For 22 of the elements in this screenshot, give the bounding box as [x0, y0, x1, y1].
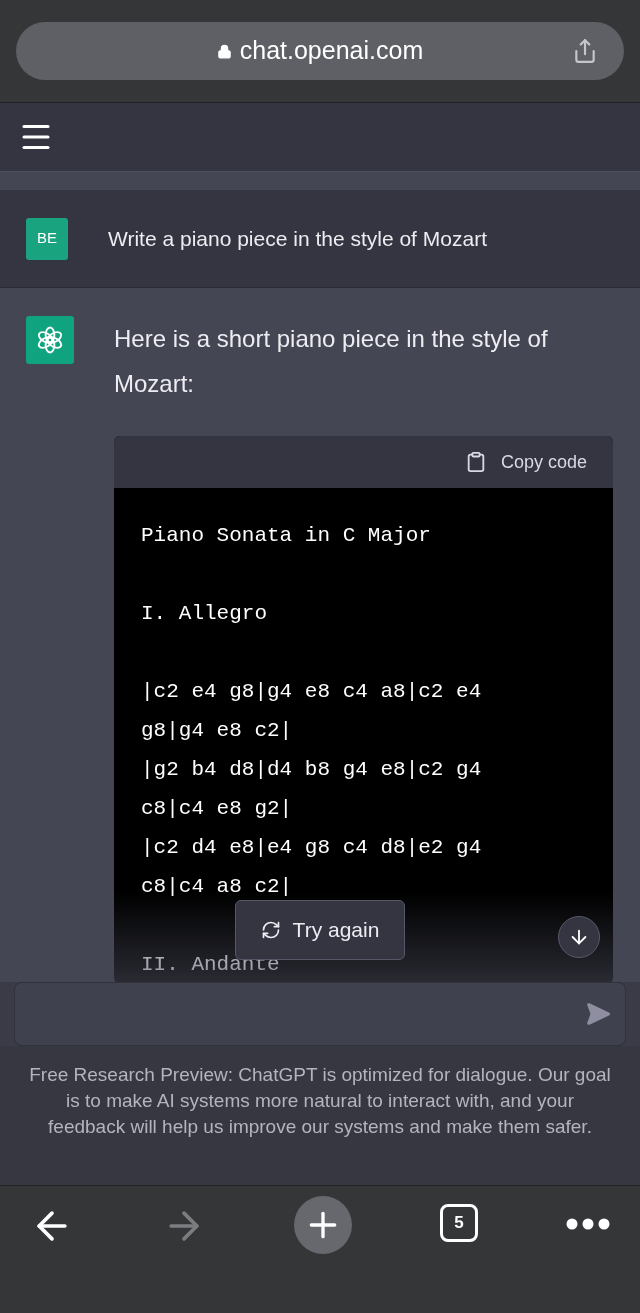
- code-line: |c2 d4 e8|e4 g8 c4 d8|e2 g4: [141, 835, 482, 861]
- message-text: Here is a short piano piece in the style of Mozart:: [114, 324, 549, 399]
- code-line: c8|c4 e8 g2|: [141, 796, 293, 822]
- code-line: I. Allegro: [141, 601, 268, 627]
- code-line: g8|g4 e8 c2|: [141, 718, 293, 744]
- more-icon[interactable]: [566, 1218, 610, 1230]
- code-line: |c2 e4 g8|g4 e8 c4 a8|c2 e4: [141, 679, 482, 705]
- message-text: Write a piano piece in the style of Mozart: [108, 225, 487, 252]
- url-text: chat.openai.com: [239, 35, 424, 67]
- share-icon[interactable]: [572, 37, 598, 65]
- code-line: |g2 b4 d8|d4 b8 g4 e8|c2 g4: [141, 757, 482, 783]
- message-input[interactable]: [14, 982, 626, 1046]
- code-line: c8|c4 a8 c2|: [141, 874, 293, 900]
- copy-code-button[interactable]: Copy code: [464, 448, 587, 476]
- user-avatar: BE: [26, 217, 68, 260]
- address-bar[interactable]: chat.openai.com: [16, 22, 624, 80]
- tab-count-button[interactable]: 5: [440, 1204, 478, 1242]
- disclaimer-text: Free Research Preview: ChatGPT is optimized for dialogue. Our goal is to make AI systems more natural to interact with, and your feedback will help us improve our systems and make them safer.: [28, 1063, 612, 1139]
- try-again-button[interactable]: Try again: [235, 900, 405, 960]
- refresh-icon: [260, 920, 281, 940]
- code-line: Piano Sonata in C Major: [141, 523, 431, 549]
- lock-icon: [216, 43, 232, 59]
